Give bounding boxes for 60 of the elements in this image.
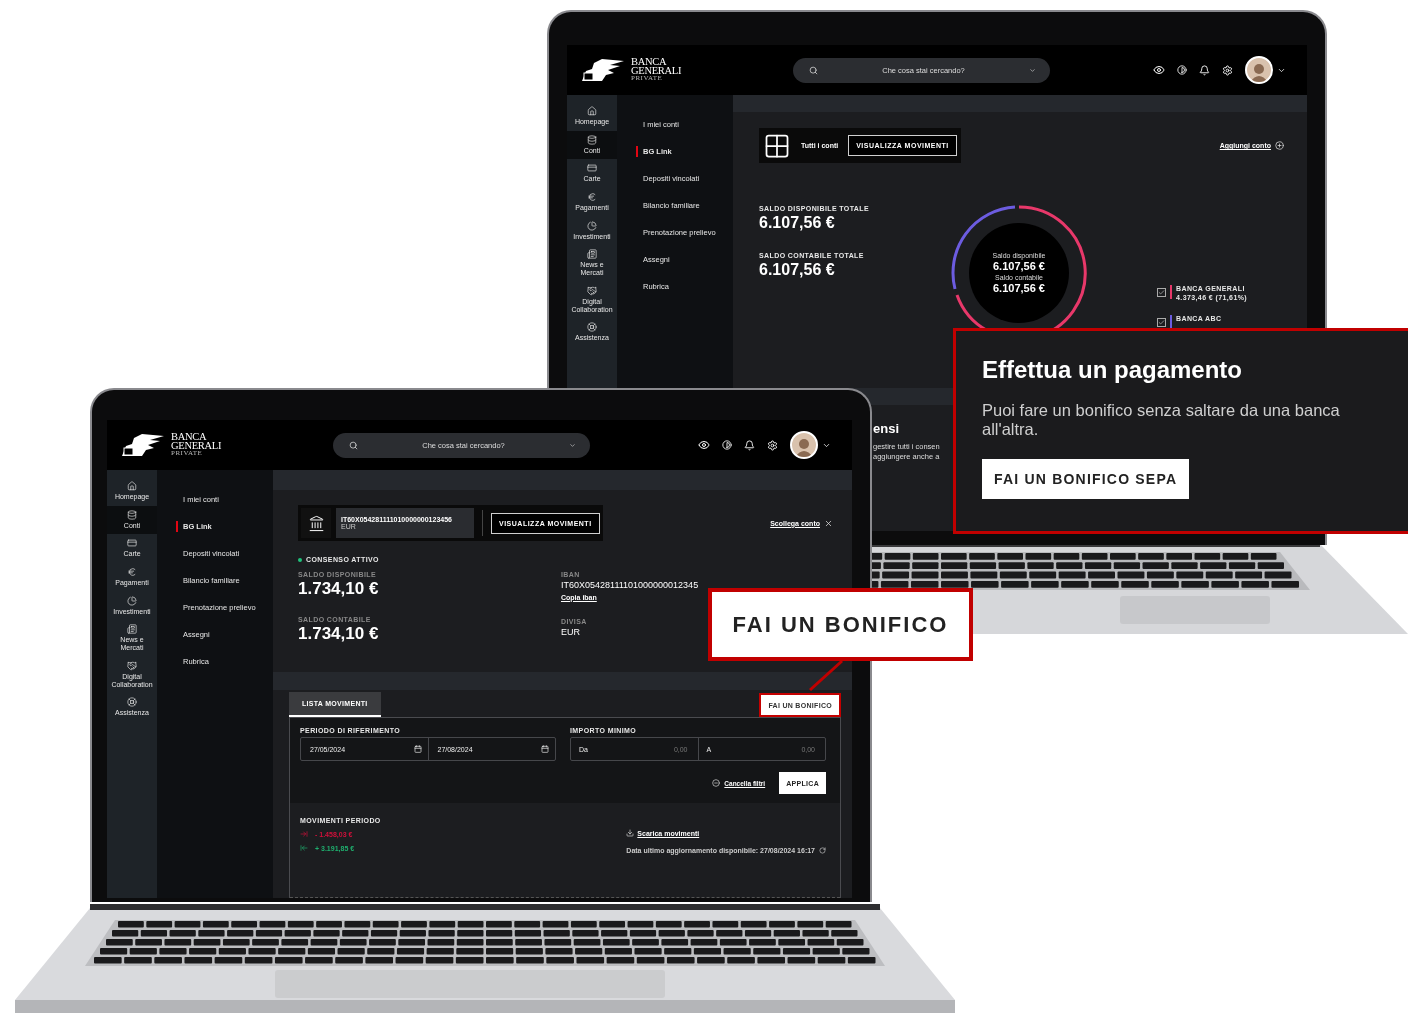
- close-icon[interactable]: [824, 518, 833, 528]
- settings-icon[interactable]: [1222, 64, 1233, 76]
- home-icon: [587, 106, 597, 116]
- logo-text: GENERALI: [631, 67, 682, 76]
- avatar[interactable]: [790, 431, 818, 459]
- search-icon: [809, 65, 818, 75]
- lifebuoy-icon: [127, 697, 137, 708]
- logo-text: BANCA: [631, 58, 667, 68]
- newspaper-icon: [127, 624, 137, 635]
- caret-icon: [1029, 66, 1036, 74]
- caret-icon: [569, 441, 576, 449]
- pie-chart-icon: [127, 595, 137, 606]
- check-icon: [1158, 289, 1165, 296]
- bell-icon[interactable]: [744, 439, 755, 451]
- outgoing-arrow-icon: [300, 830, 308, 838]
- donut-amount: 6.107,56 €: [993, 281, 1045, 294]
- field-value: IT60X05428111101000000012345: [561, 580, 699, 592]
- leader-line: [806, 659, 846, 693]
- checkbox[interactable]: [1157, 318, 1166, 327]
- coin-stack-icon: [127, 509, 137, 520]
- coin-stack-icon: [587, 134, 597, 145]
- checkbox[interactable]: [1157, 288, 1166, 297]
- newspaper-icon: [587, 249, 597, 260]
- check-icon: [1158, 319, 1165, 326]
- pie-chart-icon: [587, 220, 597, 231]
- lifebuoy-icon: [587, 322, 597, 333]
- download-icon[interactable]: [626, 829, 635, 837]
- contrast-icon[interactable]: [1177, 65, 1187, 75]
- donut-amount: 6.107,56 €: [993, 260, 1045, 273]
- balance-amount: 1.734,10 €: [298, 624, 379, 644]
- refresh-icon[interactable]: [819, 847, 826, 854]
- card-icon: [127, 538, 137, 549]
- field-value: EUR: [561, 626, 580, 639]
- callout-label: FAI UN BONIFICO: [708, 588, 973, 661]
- logo-text: BANCA: [171, 433, 207, 443]
- plus-circle-icon[interactable]: [1275, 141, 1284, 150]
- bank-icon: [307, 514, 325, 532]
- euro-icon: [127, 567, 137, 578]
- incoming-arrow-icon: [300, 844, 308, 852]
- card-icon: [587, 163, 597, 174]
- home-icon: [127, 481, 137, 491]
- balance-amount: 6.107,56 €: [759, 214, 835, 232]
- logo-text: GENERALI: [171, 442, 222, 451]
- eye-icon[interactable]: [698, 439, 710, 451]
- settings-icon[interactable]: [767, 439, 778, 451]
- avatar[interactable]: [1245, 56, 1273, 84]
- bell-icon[interactable]: [1199, 64, 1210, 76]
- minus-circle-icon[interactable]: [712, 779, 721, 787]
- handshake-icon: [587, 285, 597, 296]
- eye-icon[interactable]: [1153, 64, 1165, 76]
- euro-icon: [587, 192, 597, 203]
- popup-title: Effettua un pagamento: [982, 356, 1242, 384]
- contrast-icon[interactable]: [722, 440, 732, 450]
- balance-amount: 6.107,56 €: [759, 260, 835, 279]
- popup-text: Puoi fare un bonifico senza saltare da una banca all'altra.: [982, 401, 1341, 439]
- balance-amount: 1.734,10 €: [298, 580, 379, 599]
- sepa-transfer-button[interactable]: FAI UN BONIFICO SEPA: [982, 459, 1190, 499]
- handshake-icon: [127, 660, 137, 671]
- search-icon: [349, 440, 358, 450]
- section-title: ensi: [873, 421, 899, 436]
